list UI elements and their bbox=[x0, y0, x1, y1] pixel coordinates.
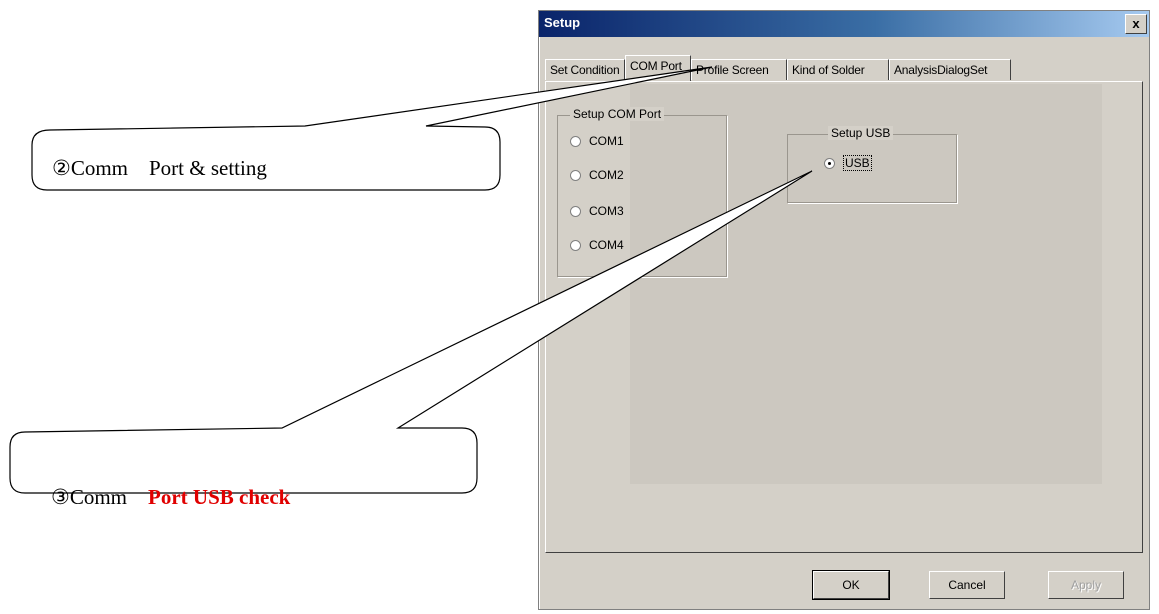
stage: Setup x Set Condition COM Port Profile S… bbox=[0, 0, 1159, 614]
callout-highlight: Port USB check bbox=[148, 485, 291, 509]
callout-3-bubble bbox=[9, 170, 813, 494]
callout-prefix: ③Comm bbox=[51, 485, 149, 509]
callout-comm-port-setting: ②Comm Port & setting bbox=[52, 156, 267, 180]
callout-port-usb-check: ③Comm Port USB check bbox=[30, 456, 290, 536]
